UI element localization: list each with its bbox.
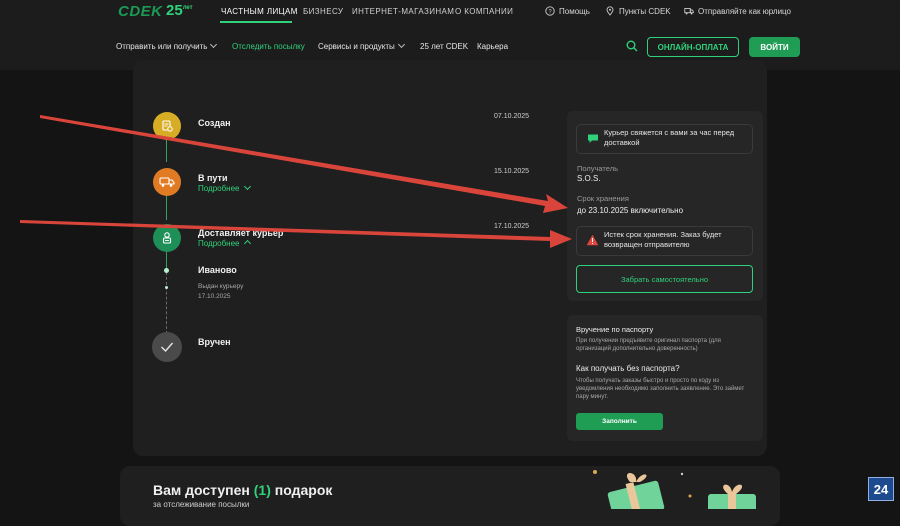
sub-event-status: Выдан курьеру [198, 283, 244, 290]
timeline-line [166, 252, 167, 269]
passport-title: Вручение по паспорту [576, 325, 654, 334]
nav-send[interactable]: Отправить или получить [116, 40, 218, 51]
chevron-down-icon [210, 40, 218, 49]
gift-title-a: Вам доступен [153, 482, 254, 498]
active-tab-underline [220, 21, 292, 23]
anniversary-sup: лет [182, 5, 193, 11]
channel-24-badge: 24 [868, 477, 894, 501]
gift-count: (1) [253, 482, 271, 498]
step-received-title: Вручен [198, 337, 231, 347]
timeline-line [166, 138, 167, 162]
expired-notice-text: Истек срок хранения. Заказ будет возвращ… [604, 230, 722, 249]
timeline-line [166, 195, 167, 220]
pickup-button[interactable]: Забрать самостоятельно [576, 265, 753, 293]
document-icon [162, 120, 173, 132]
tab-about[interactable]: О КОМПАНИИ [455, 7, 513, 16]
chevron-up-icon [243, 239, 251, 248]
nav-send-label: Отправить или получить [116, 42, 208, 51]
nav-track[interactable]: Отследить посылку [232, 42, 305, 51]
tab-private[interactable]: ЧАСТНЫМ ЛИЦАМ [221, 7, 298, 16]
gift-title-b: подарок [270, 482, 333, 498]
step-created-title: Создан [198, 118, 231, 128]
step-created-date: 07.10.2025 [494, 113, 530, 120]
anniversary-logo: 25лет [166, 2, 193, 19]
tab-ecommerce[interactable]: ИНТЕРНЕТ-МАГАЗИНАМ [352, 7, 454, 16]
checkmark-icon [161, 342, 174, 353]
step-created-icon [153, 112, 181, 140]
step-transit-icon [153, 168, 181, 196]
step-transit-title: В пути [198, 173, 228, 183]
step-transit-date: 15.10.2025 [494, 168, 530, 175]
step-courier-title: Доставляет курьер [198, 228, 284, 238]
step-courier-icon [153, 224, 181, 252]
courier-icon [162, 232, 172, 244]
courier-notice: Курьер свяжется с вами за час перед дост… [576, 124, 753, 154]
warning-icon [586, 234, 599, 246]
courier-notice-text: Курьер свяжется с вами за час перед дост… [604, 128, 735, 147]
truck-icon [159, 177, 175, 187]
step-courier-more-label: Подробнее [198, 239, 240, 248]
login-button[interactable]: ВОЙТИ [749, 37, 800, 57]
location-pin-icon [606, 6, 614, 16]
chat-icon [588, 134, 598, 143]
question-icon: ? [545, 6, 555, 16]
chevron-down-icon [397, 40, 405, 49]
send-legal-link[interactable]: Отправляйте как юрлицо [684, 6, 791, 16]
help-label: Помощь [559, 6, 590, 16]
sub-event-dot [164, 268, 169, 273]
sub-event-dot-small [165, 286, 168, 289]
step-transit-more-label: Подробнее [198, 184, 240, 193]
search-icon[interactable] [626, 40, 638, 52]
storage-value: до 23.10.2025 включительно [577, 206, 684, 215]
no-passport-title: Как получать без паспорта? [576, 364, 680, 373]
step-courier-date: 17.10.2025 [494, 223, 530, 230]
expired-notice: Истек срок хранения. Заказ будет возвращ… [576, 226, 753, 256]
help-link[interactable]: ? Помощь [545, 6, 590, 16]
online-payment-button[interactable]: ОНЛАЙН-ОПЛАТА [647, 37, 739, 57]
sub-event-city: Иваново [198, 265, 237, 275]
step-transit-more[interactable]: Подробнее [198, 182, 251, 193]
anniversary-number: 25 [166, 2, 183, 19]
gift-box-icon [593, 470, 756, 509]
step-courier-more[interactable]: Подробнее [198, 239, 251, 248]
cdek-logo[interactable]: CDEK [118, 3, 163, 20]
points-label: Пункты CDEK [619, 6, 671, 16]
nav-services[interactable]: Сервисы и продукты [318, 40, 405, 51]
nav-anniversary[interactable]: 25 лет CDEK [420, 42, 468, 51]
no-passport-text: Чтобы получать заказы быстро и просто по… [576, 378, 745, 400]
top-bar: CDEK 25лет ЧАСТНЫМ ЛИЦАМ БИЗНЕСУ ИНТЕРНЕ… [0, 0, 900, 24]
chevron-down-icon [243, 182, 251, 191]
send-legal-label: Отправляйте как юрлицо [698, 6, 791, 16]
passport-text: При получении предъявите оригинал паспор… [576, 338, 721, 352]
nav-services-label: Сервисы и продукты [318, 42, 395, 51]
recipient-value: S.O.S. [577, 174, 601, 183]
fill-application-button[interactable]: Заполнить [576, 413, 663, 430]
points-link[interactable]: Пункты CDEK [605, 6, 671, 16]
gift-subtitle: за отслеживание посылки [153, 500, 250, 509]
truck-icon [684, 8, 694, 15]
step-received-icon [152, 332, 182, 362]
nav-career[interactable]: Карьера [477, 42, 508, 51]
timeline-line-dashed [166, 272, 167, 334]
recipient-label: Получатель [577, 164, 618, 173]
storage-label: Срок хранения [577, 194, 629, 203]
tab-business[interactable]: БИЗНЕСУ [303, 7, 343, 16]
sub-event-date: 17.10.2025 [198, 293, 231, 300]
gift-title: Вам доступен (1) подарок [153, 482, 332, 498]
